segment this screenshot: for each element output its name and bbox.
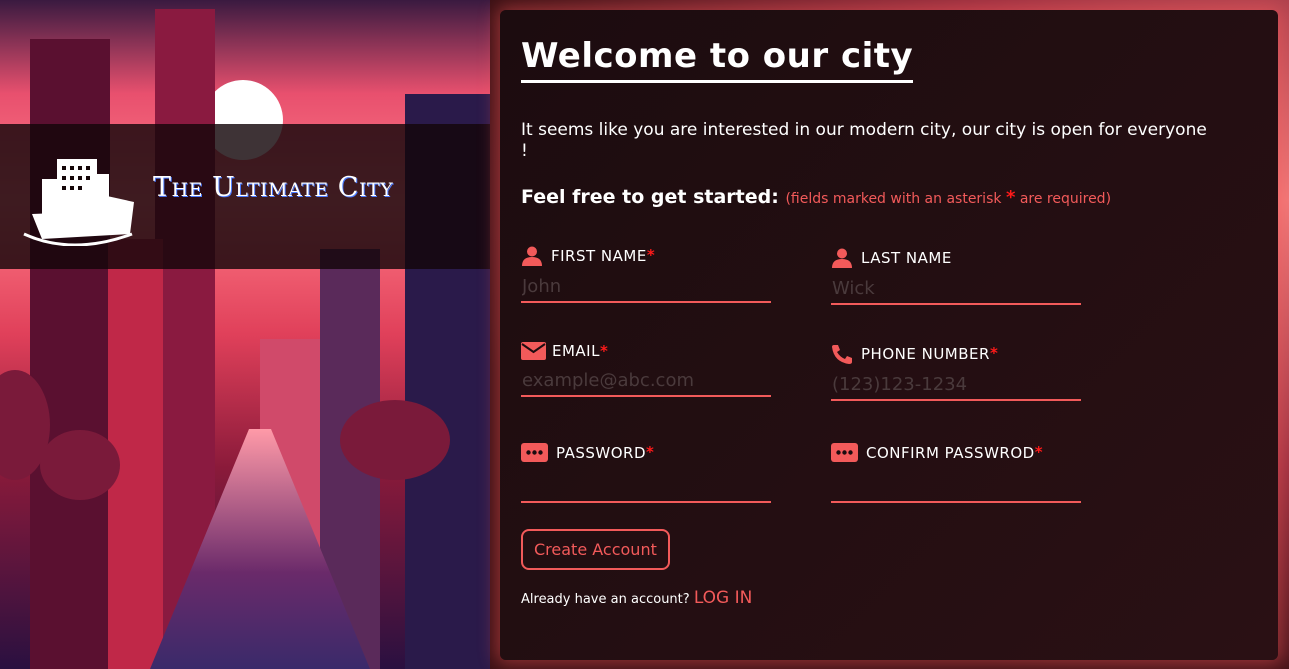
user-icon: [831, 248, 853, 268]
required-asterisk: *: [599, 342, 609, 360]
first-name-field: FIRST NAME *: [521, 246, 771, 303]
password-icon: [831, 443, 858, 462]
required-note-before: (fields marked with an asterisk: [785, 191, 1002, 207]
create-account-button[interactable]: Create Account: [521, 529, 670, 570]
page-title: Welcome to our city: [521, 36, 914, 83]
required-asterisk: *: [646, 246, 656, 264]
last-name-label: LAST NAME: [861, 249, 952, 267]
password-field: PASSWORD *: [521, 443, 771, 503]
first-name-label: FIRST NAME: [551, 247, 647, 265]
login-prompt: Already have an account? LOG IN: [521, 588, 752, 608]
required-asterisk: *: [1034, 443, 1044, 461]
phone-input[interactable]: [831, 370, 1081, 401]
email-field: EMAIL *: [521, 342, 771, 397]
user-icon: [521, 246, 543, 266]
password-icon: [521, 443, 548, 462]
login-prompt-text: Already have an account?: [521, 592, 690, 607]
city-logo-icon: [23, 159, 134, 246]
required-note-star: *: [1005, 187, 1016, 208]
phone-field: PHONE NUMBER *: [831, 344, 1081, 401]
password-label: PASSWORD: [556, 443, 647, 462]
envelope-icon: [521, 342, 546, 360]
city-hero-image: The Ultimate City: [0, 0, 490, 669]
confirm-password-field: CONFIRM PASSWROD *: [831, 443, 1081, 503]
phone-icon: [831, 344, 853, 364]
intro-text: It seems like you are interested in our …: [521, 120, 1207, 161]
email-label: EMAIL: [552, 342, 600, 360]
login-link[interactable]: LOG IN: [694, 588, 753, 608]
required-asterisk: *: [989, 344, 999, 362]
required-note: (fields marked with an asterisk * are re…: [785, 187, 1112, 208]
password-input[interactable]: [521, 472, 771, 503]
brand-banner: The Ultimate City: [0, 124, 490, 269]
tree: [40, 430, 120, 500]
confirm-password-label: CONFIRM PASSWROD: [866, 443, 1035, 462]
tree: [340, 400, 450, 480]
brand-title: The Ultimate City: [153, 172, 394, 203]
phone-label: PHONE NUMBER: [861, 345, 990, 363]
required-note-after: are required): [1019, 191, 1112, 207]
confirm-password-input[interactable]: [831, 472, 1081, 503]
get-started-heading: Feel free to get started: (fields marked…: [521, 186, 1111, 208]
required-asterisk: *: [646, 443, 655, 461]
last-name-field: LAST NAME: [831, 248, 1081, 305]
email-input[interactable]: [521, 366, 771, 397]
last-name-input[interactable]: [831, 274, 1081, 305]
get-started-label: Feel free to get started:: [521, 186, 779, 208]
first-name-input[interactable]: [521, 272, 771, 303]
signup-panel: Welcome to our city It seems like you ar…: [500, 10, 1278, 660]
